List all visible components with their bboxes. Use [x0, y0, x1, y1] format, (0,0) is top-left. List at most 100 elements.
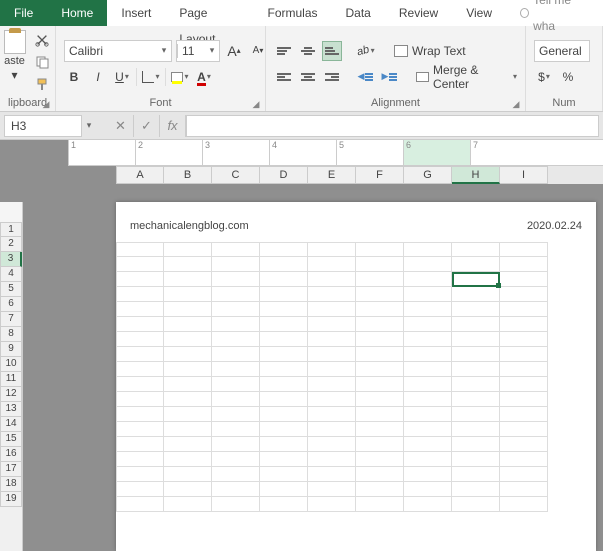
- cell[interactable]: [212, 347, 260, 362]
- shrink-font-button[interactable]: A▾: [248, 41, 268, 61]
- cell[interactable]: [500, 347, 548, 362]
- row-header-14[interactable]: 14: [0, 417, 22, 432]
- row-header-6[interactable]: 6: [0, 297, 22, 312]
- cell[interactable]: [260, 482, 308, 497]
- cell[interactable]: [356, 422, 404, 437]
- cell[interactable]: [356, 377, 404, 392]
- column-header-D[interactable]: D: [260, 166, 308, 184]
- cell[interactable]: [356, 392, 404, 407]
- cell[interactable]: [452, 257, 500, 272]
- cell[interactable]: [356, 302, 404, 317]
- cell[interactable]: [164, 347, 212, 362]
- cell[interactable]: [116, 392, 164, 407]
- column-header-H[interactable]: H: [452, 166, 500, 184]
- row-header-11[interactable]: 11: [0, 372, 22, 387]
- tab-review[interactable]: Review: [385, 0, 452, 26]
- wrap-text-button[interactable]: Wrap Text: [394, 41, 466, 61]
- cell[interactable]: [452, 392, 500, 407]
- cell[interactable]: [500, 497, 548, 512]
- row-header-7[interactable]: 7: [0, 312, 22, 327]
- cell[interactable]: [500, 482, 548, 497]
- cell[interactable]: [116, 302, 164, 317]
- bold-button[interactable]: B: [64, 67, 84, 87]
- cell[interactable]: [500, 422, 548, 437]
- cell[interactable]: [404, 362, 452, 377]
- cell[interactable]: [500, 272, 548, 287]
- cell[interactable]: [260, 362, 308, 377]
- row-header-19[interactable]: 19: [0, 492, 22, 507]
- cell[interactable]: [116, 317, 164, 332]
- row-header-4[interactable]: 4: [0, 267, 22, 282]
- row-header-5[interactable]: 5: [0, 282, 22, 297]
- cell[interactable]: [164, 317, 212, 332]
- column-header-B[interactable]: B: [164, 166, 212, 184]
- cell[interactable]: [308, 332, 356, 347]
- cell[interactable]: [212, 287, 260, 302]
- cell[interactable]: [452, 377, 500, 392]
- cell[interactable]: [308, 422, 356, 437]
- cell[interactable]: [116, 347, 164, 362]
- cell[interactable]: [116, 272, 164, 287]
- merge-center-button[interactable]: Merge & Center ▾: [416, 67, 517, 87]
- cell[interactable]: [260, 437, 308, 452]
- cell[interactable]: [452, 452, 500, 467]
- cell[interactable]: [452, 347, 500, 362]
- dialog-launcher-icon[interactable]: ◢: [251, 99, 261, 109]
- cell[interactable]: [260, 272, 308, 287]
- tab-data[interactable]: Data: [332, 0, 385, 26]
- cell[interactable]: [500, 392, 548, 407]
- fill-color-button[interactable]: ▾: [170, 67, 190, 87]
- cell[interactable]: [116, 407, 164, 422]
- row-header-13[interactable]: 13: [0, 402, 22, 417]
- cell[interactable]: [212, 467, 260, 482]
- cell[interactable]: [308, 242, 356, 257]
- page-header-left[interactable]: mechanicalengblog.com: [130, 220, 249, 232]
- tab-formulas[interactable]: Formulas: [253, 0, 331, 26]
- name-box[interactable]: H3: [4, 115, 82, 137]
- cell[interactable]: [212, 362, 260, 377]
- cell[interactable]: [452, 482, 500, 497]
- align-middle-button[interactable]: [298, 41, 318, 61]
- cell[interactable]: [212, 437, 260, 452]
- cell[interactable]: [308, 407, 356, 422]
- cell[interactable]: [260, 347, 308, 362]
- cell[interactable]: [116, 362, 164, 377]
- cell[interactable]: [308, 302, 356, 317]
- column-header-I[interactable]: I: [500, 166, 548, 184]
- font-name-select[interactable]: Calibri ▾: [64, 40, 172, 62]
- cell[interactable]: [260, 332, 308, 347]
- align-bottom-button[interactable]: [322, 41, 342, 61]
- font-color-button[interactable]: A▾: [194, 67, 214, 87]
- cell[interactable]: [404, 257, 452, 272]
- cell[interactable]: [404, 377, 452, 392]
- cell[interactable]: [404, 332, 452, 347]
- cell[interactable]: [356, 497, 404, 512]
- cell[interactable]: [452, 317, 500, 332]
- orientation-button[interactable]: ab▾: [356, 41, 376, 61]
- decrease-indent-button[interactable]: ◀: [355, 67, 375, 87]
- cell[interactable]: [116, 452, 164, 467]
- cell[interactable]: [116, 257, 164, 272]
- cell[interactable]: [500, 302, 548, 317]
- cell[interactable]: [164, 392, 212, 407]
- cell[interactable]: [164, 497, 212, 512]
- align-top-button[interactable]: [274, 41, 294, 61]
- cell[interactable]: [260, 467, 308, 482]
- row-header-9[interactable]: 9: [0, 342, 22, 357]
- cell[interactable]: [212, 497, 260, 512]
- row-header-17[interactable]: 17: [0, 462, 22, 477]
- cell[interactable]: [500, 257, 548, 272]
- cell[interactable]: [404, 497, 452, 512]
- cell[interactable]: [164, 377, 212, 392]
- dialog-launcher-icon[interactable]: ◢: [41, 99, 51, 109]
- cell[interactable]: [212, 452, 260, 467]
- cell[interactable]: [404, 347, 452, 362]
- formula-bar-input[interactable]: [186, 115, 599, 137]
- borders-button[interactable]: ▾: [141, 67, 161, 87]
- cell[interactable]: [404, 437, 452, 452]
- cell[interactable]: [308, 392, 356, 407]
- row-header-10[interactable]: 10: [0, 357, 22, 372]
- page-header-right[interactable]: 2020.02.24: [527, 220, 582, 232]
- align-right-button[interactable]: [322, 67, 342, 87]
- cell[interactable]: [260, 497, 308, 512]
